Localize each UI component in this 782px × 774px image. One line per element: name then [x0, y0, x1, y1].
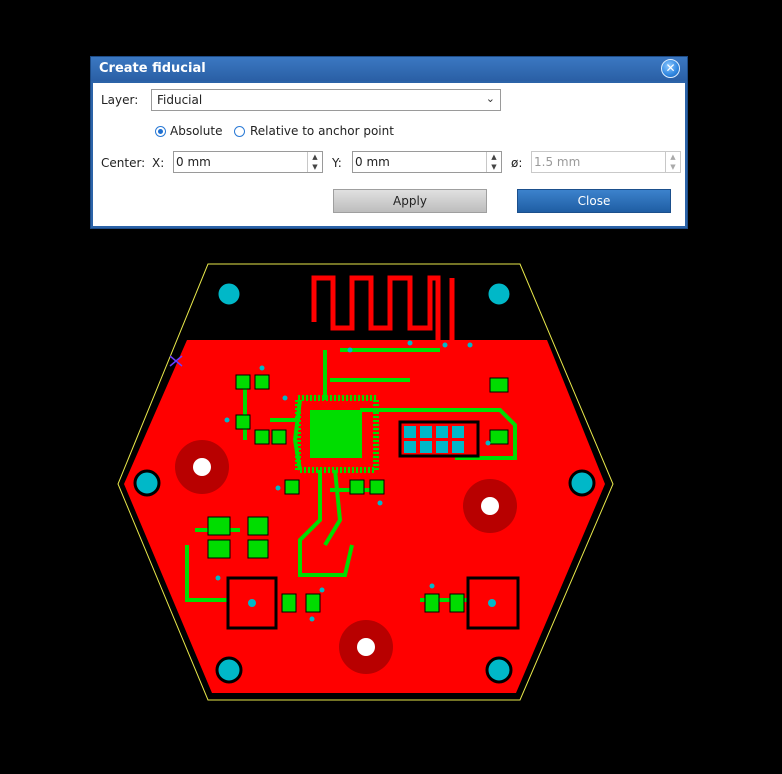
close-icon[interactable]: ✕ [661, 59, 680, 78]
radio-relative-anchor-label[interactable]: Relative to anchor point [250, 124, 394, 138]
radio-absolute[interactable] [155, 126, 166, 137]
y-label: Y: [332, 156, 342, 170]
radio-absolute-label[interactable]: Absolute [170, 124, 222, 138]
radio-relative-anchor[interactable] [234, 126, 245, 137]
center-label: Center: [101, 156, 146, 170]
create-fiducial-dialog: Create fiducial ✕ Layer: Fiducial ⌄ Abso… [90, 56, 688, 229]
spin-down-icon: ▼ [670, 163, 676, 171]
spin-down-icon[interactable]: ▼ [487, 162, 501, 172]
diameter-input: 1.5 mm ▲ ▼ [531, 151, 681, 173]
spin-up-icon[interactable]: ▲ [487, 152, 501, 162]
diameter-label: ø: [511, 156, 523, 170]
dialog-title: Create fiducial [99, 61, 206, 76]
x-label: X: [152, 156, 165, 170]
chevron-down-icon: ⌄ [485, 92, 495, 105]
center-x-input[interactable]: 0 mm ▲ ▼ [173, 151, 323, 173]
dialog-titlebar[interactable]: Create fiducial ✕ [91, 57, 687, 81]
spin-up-icon: ▲ [670, 153, 676, 161]
center-y-value: 0 mm [355, 155, 390, 169]
layer-select[interactable]: Fiducial ⌄ [151, 89, 501, 111]
spin-down-icon[interactable]: ▼ [308, 162, 322, 172]
apply-button[interactable]: Apply [333, 189, 487, 213]
spin-up-icon[interactable]: ▲ [308, 152, 322, 162]
layer-label: Layer: [101, 93, 139, 107]
close-button[interactable]: Close [517, 189, 671, 213]
diameter-value: 1.5 mm [534, 155, 581, 169]
layer-value: Fiducial [157, 93, 203, 107]
center-y-input[interactable]: 0 mm ▲ ▼ [352, 151, 502, 173]
center-x-value: 0 mm [176, 155, 211, 169]
